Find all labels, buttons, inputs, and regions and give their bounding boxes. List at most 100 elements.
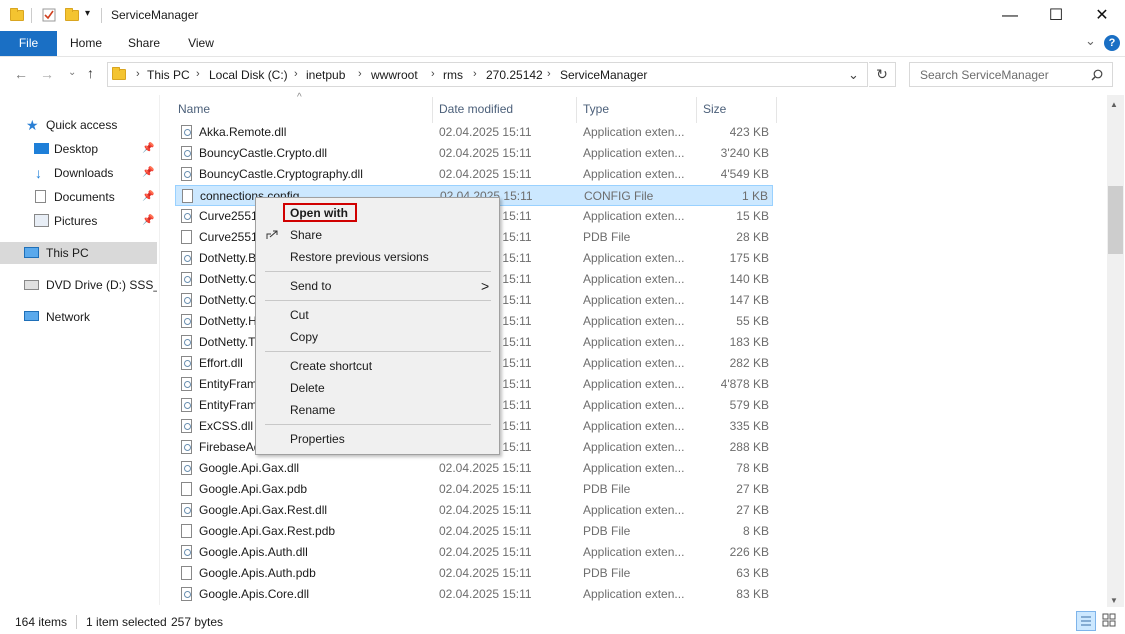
chevron-right-icon[interactable]: › (196, 68, 200, 80)
chevron-right-icon[interactable]: › (294, 68, 298, 80)
scroll-up-icon[interactable]: ▲ (1110, 100, 1118, 109)
file-row[interactable]: Akka.Remote.dll 02.04.2025 15:11 Applicati… (175, 122, 773, 143)
up-arrow-icon[interactable]: ↑ (87, 65, 94, 81)
file-row[interactable]: Google.Apis.Auth.pdb 02.04.2025 15:11 PDB … (175, 563, 773, 584)
address-bar[interactable]: › This PC › Local Disk (C:) › inetpub › … (107, 62, 868, 87)
file-size: 83 KB (736, 587, 769, 601)
file-row[interactable]: Google.Api.Gax.Rest.dll 02.04.2025 15:11 A… (175, 500, 773, 521)
tab-view[interactable]: View (177, 31, 225, 56)
column-header-name[interactable]: Name (178, 102, 210, 116)
file-size: 579 KB (729, 398, 769, 412)
file-row[interactable]: Google.Apis.Core.dll 02.04.2025 15:11 Appl… (175, 584, 773, 605)
file-row[interactable]: Google.Api.Gax.pdb 02.04.2025 15:11 PDB Fi… (175, 479, 773, 500)
pin-icon[interactable]: 📌 (142, 210, 154, 232)
customize-qat-icon[interactable]: ▾ (85, 8, 90, 19)
search-box[interactable] (909, 62, 1113, 87)
nav-dvd-drive[interactable]: DVD Drive (D:) SSS_X64FREE_EN-US_DV9 (0, 274, 157, 296)
tab-home[interactable]: Home (62, 31, 110, 56)
chevron-right-icon[interactable]: › (431, 68, 435, 80)
breadcrumb-inetpub[interactable]: inetpub (306, 68, 345, 82)
chevron-right-icon[interactable]: › (358, 68, 362, 80)
column-divider[interactable] (432, 97, 433, 123)
column-divider[interactable] (776, 97, 777, 123)
search-icon[interactable] (1091, 69, 1103, 81)
recent-locations-icon[interactable]: ⌄ (68, 67, 76, 78)
tab-share[interactable]: Share (120, 31, 168, 56)
file-date: 02.04.2025 15:11 (439, 482, 532, 496)
nav-downloads[interactable]: ↓ Downloads 📌 (0, 162, 157, 184)
vertical-scrollbar[interactable] (1107, 95, 1124, 607)
menu-item-rename[interactable]: Rename (257, 399, 498, 421)
column-header-type[interactable]: Type (583, 102, 609, 116)
file-row[interactable]: Google.Api.Gax.Rest.pdb 02.04.2025 15:11 P… (175, 521, 773, 542)
file-name: BouncyCastle.Crypto.dll (199, 146, 328, 160)
file-type: Application exten... (583, 146, 685, 160)
dll-file-icon (181, 461, 192, 475)
breadcrumb-rms[interactable]: rms (443, 68, 463, 82)
column-header-date[interactable]: Date modified (439, 102, 513, 116)
close-button[interactable]: ✕ (1079, 0, 1125, 31)
star-icon: ★ (26, 117, 39, 133)
file-size: 175 KB (729, 251, 769, 265)
file-name: Google.Apis.Auth.pdb (199, 566, 316, 580)
nav-desktop[interactable]: Desktop 📌 (0, 138, 157, 160)
nav-quick-access[interactable]: ★ Quick access (0, 114, 157, 136)
large-icons-view-icon[interactable] (1100, 611, 1120, 631)
breadcrumb-local-disk[interactable]: Local Disk (C:) (209, 68, 288, 82)
new-folder-icon[interactable] (65, 8, 79, 22)
breadcrumb-wwwroot[interactable]: wwwroot (371, 68, 418, 82)
dll-file-icon (181, 293, 192, 307)
back-arrow-icon[interactable]: ← (14, 66, 28, 82)
file-icon (181, 230, 192, 244)
column-header-size[interactable]: Size (703, 102, 726, 116)
menu-item-properties[interactable]: Properties (257, 428, 498, 450)
menu-item-restore-previous-versions[interactable]: Restore previous versions (257, 246, 498, 268)
file-type: Application exten... (583, 314, 685, 328)
expand-ribbon-icon[interactable]: ⌄ (1085, 33, 1096, 49)
menu-item-create-shortcut[interactable]: Create shortcut (257, 355, 498, 377)
file-row[interactable]: Google.Api.Gax.dll 02.04.2025 15:11 Applic… (175, 458, 773, 479)
menu-item-share[interactable]: Share (257, 224, 498, 246)
pin-icon[interactable]: 📌 (142, 162, 154, 184)
maximize-button[interactable]: ☐ (1033, 0, 1079, 31)
address-dropdown-icon[interactable]: ⌄ (848, 67, 859, 83)
help-icon[interactable]: ? (1104, 35, 1120, 51)
dll-file-icon (181, 314, 192, 328)
file-type: Application exten... (583, 209, 685, 223)
pin-icon[interactable]: 📌 (142, 186, 154, 208)
minimize-button[interactable]: — (987, 0, 1033, 31)
pane-divider[interactable] (159, 95, 160, 605)
refresh-button[interactable]: ↻ (869, 62, 896, 87)
tab-file[interactable]: File (0, 31, 57, 56)
nav-documents[interactable]: Documents 📌 (0, 186, 157, 208)
details-view-icon[interactable] (1076, 611, 1096, 631)
file-size: 63 KB (736, 566, 769, 580)
breadcrumb-version[interactable]: 270.25142 (486, 68, 543, 82)
properties-icon[interactable] (42, 8, 56, 22)
search-input[interactable] (918, 67, 1092, 83)
nav-network[interactable]: Network (0, 306, 157, 328)
file-row[interactable]: BouncyCastle.Crypto.dll 02.04.2025 15:11 A… (175, 143, 773, 164)
breadcrumb-servicemanager[interactable]: ServiceManager (560, 68, 647, 82)
nav-this-pc[interactable]: This PC (0, 242, 157, 264)
file-row[interactable]: Google.Apis.Auth.dll 02.04.2025 15:11 Appl… (175, 542, 773, 563)
menu-item-send-to[interactable]: Send to > (257, 275, 498, 297)
breadcrumb-this-pc[interactable]: This PC (147, 68, 190, 82)
scrollbar-thumb[interactable] (1108, 186, 1123, 254)
scroll-down-icon[interactable]: ▼ (1110, 596, 1118, 605)
column-divider[interactable] (696, 97, 697, 123)
chevron-right-icon[interactable]: › (547, 68, 551, 80)
nav-pictures[interactable]: Pictures 📌 (0, 210, 157, 232)
chevron-right-icon[interactable]: › (473, 68, 477, 80)
menu-item-delete[interactable]: Delete (257, 377, 498, 399)
menu-item-copy[interactable]: Copy (257, 326, 498, 348)
column-divider[interactable] (576, 97, 577, 123)
forward-arrow-icon[interactable]: → (40, 66, 54, 82)
file-row[interactable]: BouncyCastle.Cryptography.dll 02.04.2025 … (175, 164, 773, 185)
file-size: 4'878 KB (720, 377, 769, 391)
file-size: 27 KB (736, 503, 769, 517)
dll-file-icon (181, 146, 192, 160)
menu-item-cut[interactable]: Cut (257, 304, 498, 326)
pin-icon[interactable]: 📌 (142, 138, 154, 160)
submenu-arrow-icon: > (481, 278, 490, 294)
